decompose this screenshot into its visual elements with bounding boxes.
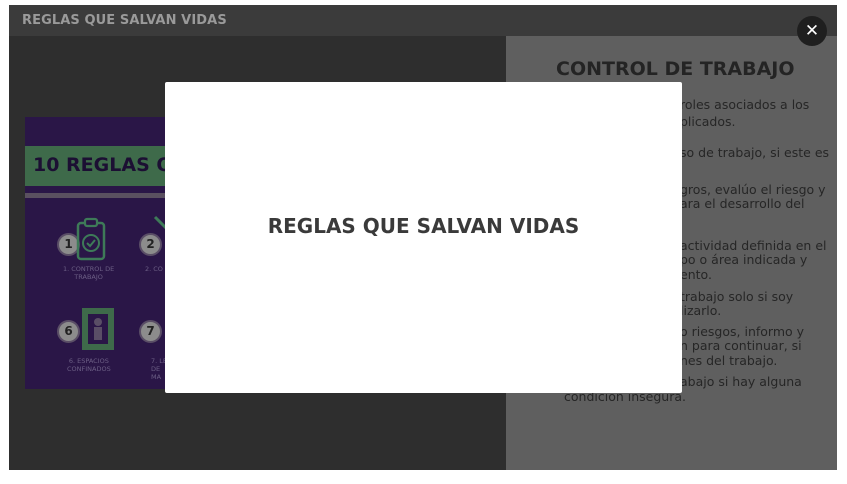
rule-number-badge: 7 [139, 320, 162, 343]
rule-text-line: plicados. [680, 114, 736, 129]
rule-text-line: trabajo solo si soy [680, 289, 794, 304]
rule-caption: 6. ESPACIOS CONFINADOS [67, 357, 111, 373]
rule-text-line: so de trabajo, si este es [680, 145, 830, 160]
rule-text-line: gros, evalúo el riesgo y [680, 182, 826, 197]
rule-caption: 1. CONTROL DE TRABAJO [63, 265, 115, 281]
poster-image: 10 REGLAS QU 1 1. CONTROL DE TRABAJO 2 2… [25, 117, 185, 389]
close-button[interactable]: ✕ [797, 16, 827, 46]
lightbox-title: REGLAS QUE SALVAN VIDAS [22, 13, 227, 28]
rule-number-badge: 6 [57, 320, 80, 343]
rule-text-line: abajo si hay alguna [680, 374, 802, 389]
rule-text-line: n para continuar, si [680, 338, 802, 353]
rule-text-line: actividad definida en el [680, 238, 827, 253]
rule-caption: 2. CO [145, 265, 163, 273]
rule-text-line: po o área indicada y [680, 252, 808, 267]
modal-dialog: REGLAS QUE SALVAN VIDAS [165, 82, 682, 393]
clipboard-check-icon [76, 217, 106, 261]
rule-heading: CONTROL DE TRABAJO [556, 58, 795, 80]
modal-title: REGLAS QUE SALVAN VIDAS [267, 214, 580, 238]
rule-text-line: nes del trabajo. [680, 353, 778, 368]
poster-divider [25, 193, 185, 198]
rule-text-line: o riesgos, informo y [680, 324, 805, 339]
rule-text-line: ento. [680, 267, 712, 282]
rule-text-line: lizarlo. [680, 303, 722, 318]
confined-space-icon [82, 308, 114, 350]
rule-text-line: roles asociados a los [680, 97, 810, 112]
poster-title: 10 REGLAS QU [33, 154, 185, 176]
lightbox-header: REGLAS QUE SALVAN VIDAS [9, 5, 837, 36]
close-icon: ✕ [804, 21, 820, 41]
rule-text-line: ara el desarrollo del [680, 196, 805, 211]
